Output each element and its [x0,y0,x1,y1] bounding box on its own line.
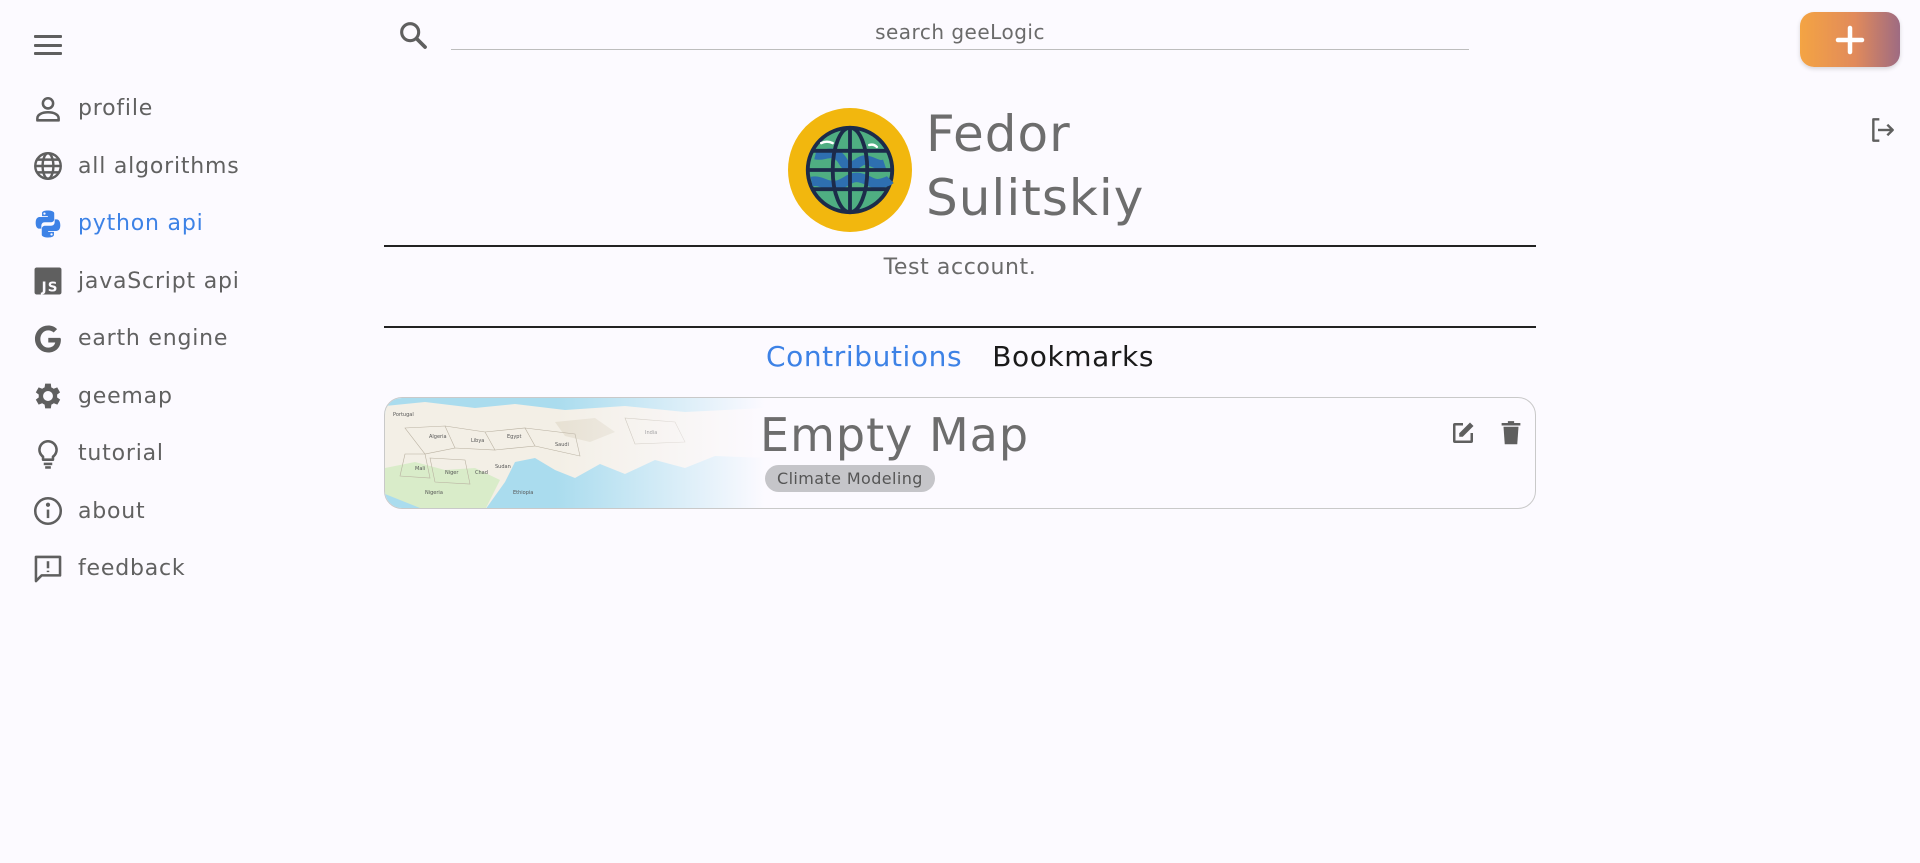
category-tag[interactable]: Climate Modeling [765,465,935,492]
search-bar [451,14,1469,50]
edit-icon[interactable] [1448,418,1478,448]
logout-icon[interactable] [1866,114,1898,146]
profile-bio: Test account. [883,255,1037,280]
sidebar-item-label: feedback [78,556,186,582]
google-g-icon [30,321,66,357]
tab-bookmarks[interactable]: Bookmarks [992,340,1154,373]
sidebar-item-earth-engine[interactable]: earth engine [30,310,290,368]
avatar [788,108,912,232]
profile-name: Fedor Sulitskiy [926,102,1144,230]
divider [384,326,1536,328]
sidebar-item-feedback[interactable]: feedback [30,540,290,598]
sidebar-item-javascript-api[interactable]: JS javaScript api [30,253,290,311]
profile-tabs: Contributions Bookmarks [384,340,1536,373]
contribution-card[interactable]: PortugalAlgeriaLibya EgyptSaudiIndia Mal… [384,397,1536,509]
globe-icon [30,148,66,184]
info-icon [30,493,66,529]
python-icon [30,206,66,242]
map-thumbnail: PortugalAlgeriaLibya EgyptSaudiIndia Mal… [385,398,765,508]
sidebar-item-profile[interactable]: profile [30,80,290,138]
sidebar-item-label: geemap [78,383,173,409]
sidebar-item-tutorial[interactable]: tutorial [30,425,290,483]
svg-text:JS: JS [41,281,59,296]
sidebar-item-geemap[interactable]: geemap [30,368,290,426]
sidebar-item-label: tutorial [78,441,164,467]
tab-contributions[interactable]: Contributions [766,340,962,373]
search-input[interactable] [451,14,1469,49]
first-name: Fedor [926,105,1071,163]
search-icon[interactable] [396,18,430,52]
sidebar-item-label: javaScript api [78,268,240,294]
plus-icon [1835,25,1865,54]
sidebar-item-label: python api [78,211,204,237]
gear-icon [30,378,66,414]
sidebar-item-label: about [78,498,146,524]
menu-icon[interactable] [32,33,64,57]
delete-icon[interactable] [1496,418,1526,448]
sidebar-item-all-algorithms[interactable]: all algorithms [30,138,290,196]
sidebar-item-label: earth engine [78,326,229,352]
lightbulb-icon [30,436,66,472]
divider [384,245,1536,247]
feedback-icon [30,551,66,587]
javascript-icon: JS [30,263,66,299]
add-button[interactable] [1800,12,1900,67]
sidebar-item-label: all algorithms [78,153,240,179]
sidebar-item-about[interactable]: about [30,483,290,541]
last-name: Sulitskiy [926,169,1145,227]
sidebar-item-label: profile [78,96,154,122]
sidebar-item-python-api[interactable]: python api [30,195,290,253]
card-title: Empty Map [760,408,1030,462]
sidebar-nav: profile all algorithms python api JS jav… [30,80,290,598]
sidebar: profile all algorithms python api JS jav… [0,0,320,863]
globe-avatar-icon [805,125,895,215]
person-icon [30,91,66,127]
